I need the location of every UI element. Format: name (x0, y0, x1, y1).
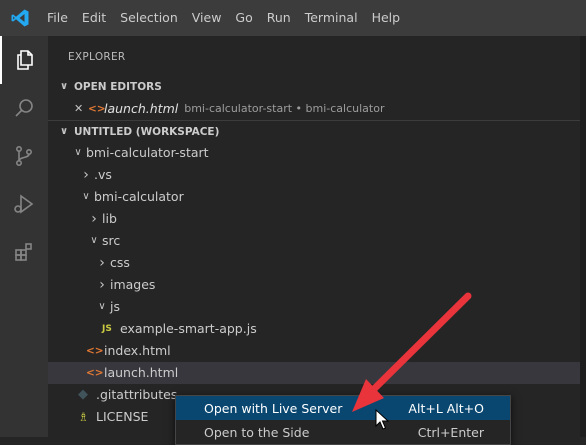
tree-item-label: index.html (104, 343, 171, 358)
tree-item-label: bmi-calculator-start (86, 145, 209, 160)
menu-go[interactable]: Go (228, 0, 259, 36)
workspace-header[interactable]: ∨ UNTITLED (WORKSPACE) (48, 120, 580, 142)
tree-folder[interactable]: › .vs (48, 164, 580, 186)
open-editor-name: launch.html (104, 101, 179, 116)
context-menu-item[interactable]: Open with Live Server Alt+L Alt+O (176, 396, 510, 420)
menu-selection[interactable]: Selection (113, 0, 185, 36)
context-menu-item[interactable]: Open to the Side Ctrl+Enter (176, 420, 510, 444)
git-file-icon: ◆ (78, 387, 88, 402)
tree-item-label: js (110, 299, 120, 314)
js-file-icon: JS (102, 324, 112, 334)
license-file-icon: ♗ (78, 410, 89, 424)
context-menu: Open with Live Server Alt+L Alt+O Open to … (175, 395, 511, 445)
tree-item-label: launch.html (104, 365, 179, 380)
menu-file[interactable]: File (40, 0, 75, 36)
title-bar: File Edit Selection View Go Run Terminal Help (0, 0, 586, 36)
tree-item-label: bmi-calculator (94, 189, 184, 204)
context-menu-label: Open to the Side (204, 424, 310, 440)
tree-file[interactable]: JS example-smart-app.js (48, 318, 580, 340)
tree-folder[interactable]: › images (48, 274, 580, 296)
html-file-icon: <> (86, 367, 104, 379)
tree-item-label: src (102, 233, 121, 248)
tree-item-label: lib (102, 211, 117, 226)
extensions-icon[interactable] (0, 228, 48, 276)
file-tree: ∨ bmi-calculator-start › .vs ∨ bmi-calculator… (48, 142, 580, 428)
chevron-right-icon: › (99, 277, 105, 293)
sidebar-title: EXPLORER (68, 51, 126, 63)
html-file-icon: <> (88, 103, 106, 115)
chevron-down-icon: ∨ (74, 147, 82, 158)
tree-folder[interactable]: › lib (48, 208, 580, 230)
vscode-logo-icon (0, 0, 40, 36)
open-editors-header[interactable]: ∨ OPEN EDITORS (48, 76, 580, 98)
tree-folder[interactable]: › css (48, 252, 580, 274)
tree-folder[interactable]: ∨ bmi-calculator-start (48, 142, 580, 164)
chevron-down-icon: ∨ (82, 191, 90, 202)
explorer-sidebar: EXPLORER ∨ OPEN EDITORS ✕ <> launch.html… (48, 36, 580, 437)
menu-terminal[interactable]: Terminal (298, 0, 365, 36)
menu-view[interactable]: View (185, 0, 229, 36)
explorer-icon[interactable] (0, 36, 48, 84)
chevron-down-icon: ∨ (98, 301, 106, 312)
tree-folder[interactable]: ∨ bmi-calculator (48, 186, 580, 208)
tree-item-label: css (110, 255, 130, 270)
tree-folder[interactable]: ∨ src (48, 230, 580, 252)
tree-item-label: .gitattributes (96, 387, 178, 402)
chevron-right-icon: › (83, 167, 89, 183)
open-editor-item[interactable]: ✕ <> launch.html bmi-calculator-start • … (48, 98, 580, 120)
search-icon[interactable] (0, 84, 48, 132)
source-control-icon[interactable] (0, 132, 48, 180)
context-menu-shortcut: Ctrl+Enter (417, 424, 484, 440)
editor-area-edge (580, 36, 586, 437)
run-debug-icon[interactable] (0, 180, 48, 228)
menu-bar: File Edit Selection View Go Run Terminal Help (40, 0, 407, 36)
tree-file[interactable]: <> launch.html (48, 362, 580, 384)
close-icon[interactable]: ✕ (74, 98, 88, 120)
chevron-down-icon: ∨ (90, 235, 98, 246)
activity-bar (0, 36, 48, 437)
chevron-right-icon: › (91, 211, 97, 227)
tree-folder[interactable]: ∨ js (48, 296, 580, 318)
tree-item-label: .vs (94, 167, 112, 182)
tree-file[interactable]: <> index.html (48, 340, 580, 362)
context-menu-shortcut: Alt+L Alt+O (408, 400, 484, 416)
workspace-label: UNTITLED (WORKSPACE) (74, 125, 220, 138)
menu-help[interactable]: Help (365, 0, 408, 36)
open-editor-description: bmi-calculator-start • bmi-calculator (184, 102, 385, 115)
tree-item-label: images (110, 277, 156, 292)
html-file-icon: <> (86, 345, 104, 357)
menu-edit[interactable]: Edit (75, 0, 113, 36)
chevron-down-icon: ∨ (60, 125, 69, 137)
chevron-right-icon: › (99, 255, 105, 271)
tree-item-label: LICENSE (96, 409, 149, 424)
context-menu-label: Open with Live Server (204, 400, 343, 416)
chevron-down-icon: ∨ (60, 81, 69, 92)
tree-item-label: example-smart-app.js (120, 321, 257, 336)
open-editors-label: OPEN EDITORS (74, 81, 162, 93)
menu-run[interactable]: Run (260, 0, 298, 36)
